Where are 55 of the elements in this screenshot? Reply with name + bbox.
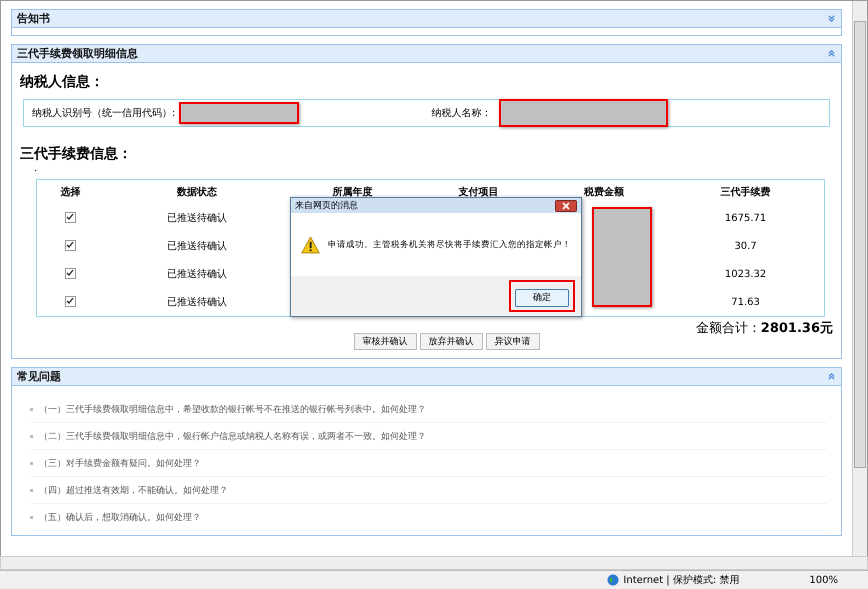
chevron-icon[interactable] bbox=[827, 14, 836, 23]
close-button[interactable] bbox=[555, 200, 577, 212]
close-icon bbox=[562, 202, 570, 210]
panel-header[interactable]: 告知书 bbox=[12, 10, 841, 28]
panel-title: 常见问题 bbox=[17, 369, 61, 384]
panel-header[interactable]: 三代手续费领取明细信息 bbox=[12, 45, 841, 63]
bullet-icon bbox=[30, 462, 33, 464]
table-cell-text: 已推送待确认 bbox=[166, 240, 228, 254]
column-header: 选择 bbox=[36, 180, 104, 204]
checkbox[interactable] bbox=[64, 268, 76, 279]
faq-link[interactable]: （五）确认后，想取消确认。如何处理？ bbox=[39, 510, 201, 524]
section-heading: 三代手续费信息： bbox=[20, 145, 133, 163]
section-heading: 纳税人信息： bbox=[20, 73, 105, 91]
bullet-icon bbox=[30, 516, 33, 518]
globe-icon bbox=[607, 574, 620, 586]
action-button[interactable]: 放弃并确认 bbox=[420, 333, 482, 350]
field-label: 纳税人识别号（统一信用代码）: bbox=[32, 106, 176, 120]
column-header: 数据状态 bbox=[104, 180, 290, 204]
total-amount: 金额合计：2801.36元 bbox=[696, 320, 833, 337]
column-header: 三代手续费 bbox=[667, 180, 824, 204]
action-button[interactable]: 异议申请 bbox=[486, 333, 540, 350]
bullet-icon bbox=[30, 434, 33, 438]
table-cell: 1675.71 bbox=[667, 204, 824, 232]
vertical-scrollbar[interactable] bbox=[852, 1, 867, 556]
checkbox[interactable] bbox=[64, 240, 76, 251]
zoom-level[interactable]: 100% bbox=[809, 574, 838, 586]
bullet-icon bbox=[30, 408, 33, 410]
table-cell: 已推送待确认 bbox=[104, 288, 290, 316]
table-cell-text: 已推送待确认 bbox=[166, 268, 228, 282]
column-header: 支付项目 bbox=[415, 180, 542, 204]
panel-header[interactable]: 常见问题 bbox=[12, 368, 841, 386]
table-cell: 1023.32 bbox=[667, 260, 824, 288]
checkbox[interactable] bbox=[64, 212, 76, 223]
faq-link[interactable]: （三）对手续费金额有疑问。如何处理？ bbox=[39, 456, 201, 470]
faq-link[interactable]: （四）超过推送有效期，不能确认。如何处理？ bbox=[39, 484, 228, 496]
ok-button[interactable]: 确定 bbox=[515, 288, 569, 307]
table-cell: 30.7 bbox=[667, 232, 824, 260]
table-cell: 71.63 bbox=[667, 288, 824, 316]
bullet-text: · bbox=[34, 167, 38, 177]
dialog-message: 申请成功。主管税务机关将尽快将手续费汇入您的指定帐户！ bbox=[328, 238, 571, 250]
column-header: 税费金额 bbox=[541, 180, 668, 204]
security-zone: Internet | 保护模式: 禁用 bbox=[607, 573, 740, 587]
faq-link[interactable]: （二）三代手续费领取明细信息中，银行帐户信息或纳税人名称有误，或两者不一致。如何处理？ bbox=[39, 430, 426, 442]
table-cell-text: 已推送待确认 bbox=[166, 212, 228, 226]
action-button[interactable]: 审核并确认 bbox=[354, 333, 416, 350]
checkbox[interactable] bbox=[64, 296, 76, 307]
warning-icon bbox=[301, 234, 320, 256]
bullet-icon bbox=[30, 488, 33, 492]
panel-title: 告知书 bbox=[17, 11, 50, 26]
field-label: 纳税人名称： bbox=[431, 106, 492, 120]
panel-title: 三代手续费领取明细信息 bbox=[17, 46, 138, 61]
chevron-icon[interactable] bbox=[827, 372, 836, 381]
faq-link[interactable]: （一）三代手续费领取明细信息中，希望收款的银行帐号不在推送的银行帐号列表中。如何处理？ bbox=[39, 402, 426, 416]
horizontal-scrollbar[interactable] bbox=[0, 556, 868, 570]
chevron-icon[interactable] bbox=[827, 49, 836, 58]
